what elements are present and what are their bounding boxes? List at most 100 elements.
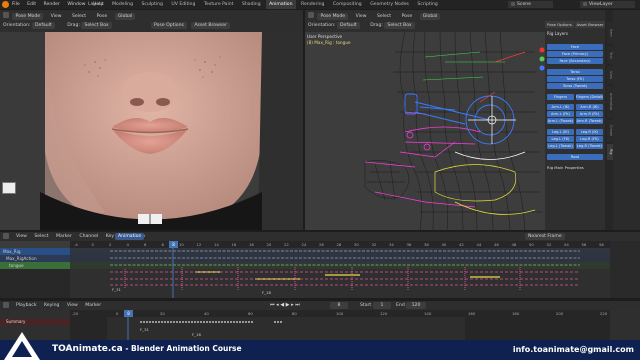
rig-btn-arm-tweak-r[interactable]: Arm.R (Tweak): [576, 118, 603, 124]
right-3d-viewport[interactable]: User Perspective (8) Max_Rig : tongue: [305, 32, 545, 230]
left-asset-browser[interactable]: Asset Browser: [191, 22, 230, 29]
dopesheet-marker-f18[interactable]: F_18: [262, 290, 271, 295]
rig-btn-arm-ik-r[interactable]: Arm.R (IK): [576, 104, 603, 110]
right-mode-dropdown[interactable]: Pose Mode: [317, 12, 349, 20]
ds-menu-channel[interactable]: Channel: [79, 234, 98, 239]
menu-edit[interactable]: Edit: [27, 2, 36, 7]
jump-start-icon[interactable]: ⏮: [270, 302, 275, 308]
dopesheet-marker-f31[interactable]: F_31: [112, 287, 121, 292]
menu-render[interactable]: Render: [44, 2, 60, 7]
prev-key-icon[interactable]: ◂: [276, 302, 279, 308]
timeline-start-field[interactable]: 1: [373, 302, 391, 309]
rig-btn-arm-ik-l[interactable]: Arm.L (IK): [547, 104, 574, 110]
play-reverse-icon[interactable]: ◀: [280, 302, 284, 308]
tab-compositing[interactable]: Compositing: [330, 0, 365, 9]
rig-btn-face-secondary[interactable]: Face (Secondary): [547, 58, 603, 64]
rig-btn-leg-tweak-r[interactable]: Leg.R (Tweak): [576, 143, 603, 149]
ds-mode-dropdown[interactable]: Animation: [115, 233, 145, 240]
rig-btn-leg-ik-l[interactable]: Leg.L (IK): [547, 129, 574, 135]
timeline-editor-icon[interactable]: [3, 302, 9, 308]
scene-selector[interactable]: Scene: [508, 1, 553, 8]
left-view-menu[interactable]: View: [48, 13, 65, 20]
rig-btn-fingers-detail[interactable]: Fingers (Detail): [576, 94, 603, 100]
summary-label: Summary: [6, 319, 26, 324]
rig-layers-title[interactable]: Rig Layers: [547, 31, 568, 36]
left-pose-menu[interactable]: Pose: [94, 13, 111, 20]
right-pose-menu[interactable]: Pose: [399, 13, 416, 20]
timeline-marker-f18[interactable]: F_18: [192, 332, 201, 337]
timeline-current-frame-indicator[interactable]: 8: [124, 310, 133, 317]
rig-main-properties-header[interactable]: Rig Main Properties: [547, 165, 584, 170]
timeline-area[interactable]: -20 0 20 40 60 80 100 120 140 160 180 200 220 Summar…: [0, 310, 640, 340]
timeline-marker-f31[interactable]: F_31: [140, 327, 149, 332]
left-3d-viewport[interactable]: [0, 32, 303, 230]
tab-modeling[interactable]: Modeling: [109, 0, 136, 9]
right-view-menu[interactable]: View: [353, 13, 370, 20]
right-header-row2: Orientation: Default Drag: Select Box: [308, 22, 418, 29]
rig-btn-leg-fk-l[interactable]: Leg.L (FK): [547, 136, 574, 142]
ds-menu-key[interactable]: Key: [106, 234, 114, 239]
channel-max-rig[interactable]: Max_Rig: [0, 248, 70, 255]
ds-menu-view[interactable]: View: [16, 234, 27, 239]
tab-texture-paint[interactable]: Texture Paint: [201, 0, 237, 9]
pose-options-button[interactable]: Pose Options: [545, 21, 574, 28]
tab-uv-editing[interactable]: UV Editing: [168, 0, 198, 9]
play-icon[interactable]: ▶: [286, 302, 290, 308]
rig-btn-torso[interactable]: Torso: [547, 69, 603, 75]
dopesheet-editor-icon[interactable]: [3, 233, 9, 239]
tab-rendering[interactable]: Rendering: [298, 0, 327, 9]
rig-btn-fingers[interactable]: Fingers: [547, 94, 574, 100]
left-drag-dropdown[interactable]: Select Box: [81, 22, 112, 29]
view-layer-selector[interactable]: ViewLayer: [580, 1, 635, 8]
tl-menu-view[interactable]: View: [67, 303, 78, 308]
editor-type-icon[interactable]: [308, 12, 314, 18]
tab-animation[interactable]: Animation: [266, 0, 296, 9]
menu-file[interactable]: File: [12, 2, 20, 7]
menu-window[interactable]: Window: [67, 2, 85, 7]
rig-btn-arm-fk-r[interactable]: Arm.R (FK): [576, 111, 603, 117]
editor-type-icon[interactable]: [3, 12, 9, 18]
timeline-end-field[interactable]: 120: [406, 302, 426, 309]
rig-btn-leg-fk-r[interactable]: Leg.R (FK): [576, 136, 603, 142]
left-select-menu[interactable]: Select: [69, 13, 89, 20]
right-orientation-dropdown[interactable]: Default: [336, 22, 360, 29]
blender-logo-icon[interactable]: [2, 1, 9, 8]
tab-scripting[interactable]: Scripting: [414, 0, 440, 9]
tl-menu-playback[interactable]: Playback: [16, 303, 37, 308]
left-transform-global[interactable]: Global: [114, 12, 136, 20]
ds-menu-select[interactable]: Select: [34, 234, 48, 239]
right-transform-global[interactable]: Global: [419, 12, 441, 20]
rig-btn-face[interactable]: Face: [547, 44, 603, 50]
right-select-menu[interactable]: Select: [374, 13, 394, 20]
timeline-current-frame-field[interactable]: 8: [330, 302, 348, 309]
rig-btn-root[interactable]: Root: [547, 154, 603, 160]
channel-summary[interactable]: [0, 241, 70, 248]
rig-btn-face-primary[interactable]: Face (Primary): [547, 51, 603, 57]
rig-btn-arm-tweak-l[interactable]: Arm.L (Tweak): [547, 118, 574, 124]
viewport-gizmo-shading-toggle[interactable]: [2, 182, 16, 194]
right-drag-dropdown[interactable]: Select Box: [384, 22, 415, 29]
tl-menu-marker[interactable]: Marker: [85, 303, 101, 308]
rig-btn-arm-fk-l[interactable]: Arm.L (FK): [547, 111, 574, 117]
tl-menu-keying[interactable]: Keying: [44, 303, 59, 308]
left-orientation-dropdown[interactable]: Default: [31, 22, 55, 29]
tab-layout[interactable]: Layout: [85, 0, 107, 9]
ds-snap-dropdown[interactable]: Nearest Frame: [525, 233, 565, 240]
next-key-icon[interactable]: ▸: [291, 302, 294, 308]
tab-shading[interactable]: Shading: [239, 0, 264, 9]
ds-menu-marker[interactable]: Marker: [56, 234, 72, 239]
dopesheet-keyframe-area[interactable]: -4 0 2 4 6 8 10 12 14 16 18 20 22 24 26 28 30 32 34 36 38 40 4…: [70, 241, 610, 298]
dopesheet-current-frame-indicator[interactable]: 8: [169, 241, 178, 248]
rig-btn-leg-tweak-l[interactable]: Leg.L (Tweak): [547, 143, 574, 149]
channel-max-rigaction[interactable]: Max_RigAction: [0, 255, 70, 262]
rig-btn-torso-fk[interactable]: Torso (FK): [547, 76, 603, 82]
tab-geometry-nodes[interactable]: Geometry Nodes: [367, 0, 412, 9]
tab-sculpting[interactable]: Sculpting: [138, 0, 165, 9]
rig-btn-leg-ik-r[interactable]: Leg.R (IK): [576, 129, 603, 135]
rig-btn-torso-tweak[interactable]: Torso (Tweak): [547, 83, 603, 89]
channel-tongue[interactable]: tongue: [0, 262, 70, 269]
asset-browser-button[interactable]: Asset Browser: [575, 21, 605, 28]
left-pose-options[interactable]: Pose Options: [151, 22, 187, 29]
left-mode-dropdown[interactable]: Pose Mode: [12, 12, 44, 20]
jump-end-icon[interactable]: ⏭: [295, 302, 300, 308]
